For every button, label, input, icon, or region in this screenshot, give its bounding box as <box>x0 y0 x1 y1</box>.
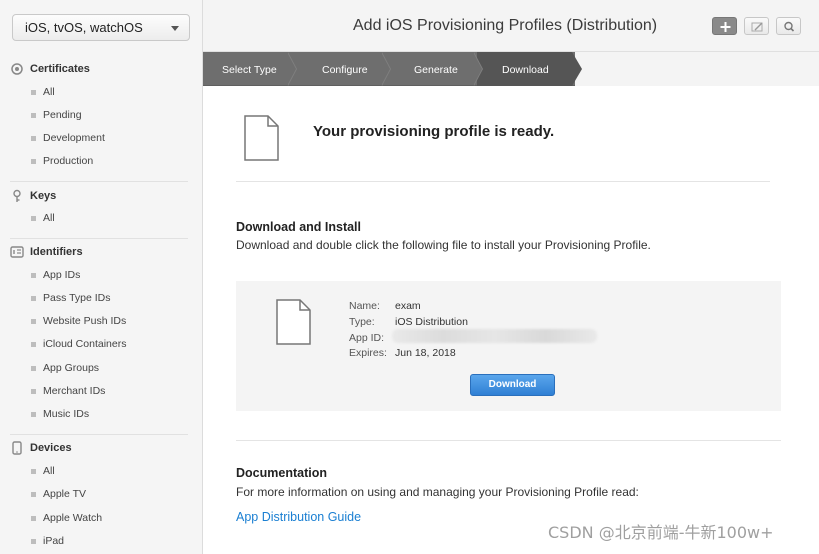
section-certificates: Certificates <box>10 61 90 77</box>
download-description: Download and double click the following … <box>236 238 651 252</box>
documentation-heading: Documentation <box>236 466 327 480</box>
edit-button[interactable] <box>744 17 769 35</box>
watermark: CSDN @北京前端-牛新100w+ <box>548 523 774 542</box>
sidebar-item-certificates-development[interactable]: Development <box>31 131 105 145</box>
sidebar-item-certificates-production[interactable]: Production <box>31 154 93 168</box>
sidebar-item-music-ids[interactable]: Music IDs <box>31 407 89 421</box>
id-card-icon <box>10 246 24 258</box>
step-separator <box>381 52 390 86</box>
steps-bar: Select Type Configure Generate Download <box>203 52 819 86</box>
step-generate: Generate <box>414 64 458 76</box>
search-icon <box>784 21 795 32</box>
bullet-icon <box>31 468 36 474</box>
file-icon <box>244 115 279 161</box>
platform-select-label: iOS, tvOS, watchOS <box>25 20 143 35</box>
sidebar-item-app-groups[interactable]: App Groups <box>31 361 99 375</box>
sidebar-item-merchant-ids[interactable]: Merchant IDs <box>31 384 105 398</box>
bullet-icon <box>31 388 36 394</box>
download-button[interactable]: Download <box>470 374 555 396</box>
profile-type-label: Type: <box>349 316 375 328</box>
bullet-icon <box>31 411 36 417</box>
certificate-icon <box>11 63 23 75</box>
sidebar-item-website-push-ids[interactable]: Website Push IDs <box>31 314 126 328</box>
sidebar-item-apple-watch[interactable]: Apple Watch <box>31 511 102 525</box>
add-button[interactable] <box>712 17 737 35</box>
section-keys-title: Keys <box>30 190 57 202</box>
sidebar-item-ipad[interactable]: iPad <box>31 534 64 548</box>
app-distribution-guide-link[interactable]: App Distribution Guide <box>236 510 361 524</box>
step-separator <box>473 52 482 86</box>
bullet-icon <box>31 215 36 221</box>
bullet-icon <box>31 158 36 164</box>
divider <box>236 181 770 182</box>
section-keys: Keys <box>10 188 56 204</box>
bullet-icon <box>31 538 36 544</box>
file-icon <box>276 299 311 345</box>
chevron-down-icon <box>171 26 179 31</box>
section-devices: Devices <box>10 440 72 456</box>
key-icon <box>13 189 21 202</box>
bullet-icon <box>31 491 36 497</box>
platform-select[interactable]: iOS, tvOS, watchOS <box>12 14 190 41</box>
steps-bar-remainder <box>575 52 819 86</box>
header: Add iOS Provisioning Profiles (Distribut… <box>203 0 819 52</box>
step-separator <box>572 52 582 86</box>
profile-type-value: iOS Distribution <box>395 316 468 328</box>
sidebar-item-keys-all[interactable]: All <box>31 211 55 225</box>
step-download: Download <box>502 64 549 76</box>
bullet-icon <box>31 515 36 521</box>
divider <box>236 440 781 441</box>
sidebar: iOS, tvOS, watchOS Certificates All Pend… <box>0 0 203 554</box>
bullet-icon <box>31 272 36 278</box>
step-configure: Configure <box>322 64 368 76</box>
bullet-icon <box>31 89 36 95</box>
profile-name-label: Name: <box>349 300 380 312</box>
section-certificates-title: Certificates <box>30 63 90 75</box>
device-icon <box>12 441 22 455</box>
documentation-description: For more information on using and managi… <box>236 485 639 499</box>
section-identifiers-title: Identifiers <box>30 246 83 258</box>
section-identifiers: Identifiers <box>10 244 83 260</box>
step-separator <box>287 52 296 86</box>
sidebar-item-certificates-pending[interactable]: Pending <box>31 108 82 122</box>
profile-name-value: exam <box>395 300 421 312</box>
appid-redacted <box>392 329 597 343</box>
bullet-icon <box>31 318 36 324</box>
profile-expires-value: Jun 18, 2018 <box>395 347 456 359</box>
sidebar-divider <box>10 434 188 435</box>
ready-title: Your provisioning profile is ready. <box>313 123 555 140</box>
plus-icon <box>720 22 731 32</box>
sidebar-item-app-ids[interactable]: App IDs <box>31 268 80 282</box>
sidebar-item-certificates-all[interactable]: All <box>31 85 55 99</box>
sidebar-item-icloud-containers[interactable]: iCloud Containers <box>31 337 126 351</box>
bullet-icon <box>31 295 36 301</box>
search-button[interactable] <box>776 17 801 35</box>
pencil-icon <box>751 22 763 32</box>
bullet-icon <box>31 365 36 371</box>
profile-appid-label: App ID: <box>349 332 385 344</box>
section-devices-title: Devices <box>30 442 72 454</box>
sidebar-item-pass-type-ids[interactable]: Pass Type IDs <box>31 291 111 305</box>
sidebar-divider <box>10 181 188 182</box>
profile-expires-label: Expires: <box>349 347 387 359</box>
bullet-icon <box>31 112 36 118</box>
download-heading: Download and Install <box>236 220 362 234</box>
page-title: Add iOS Provisioning Profiles (Distribut… <box>353 17 658 34</box>
sidebar-item-apple-tv[interactable]: Apple TV <box>31 487 86 501</box>
step-select-type: Select Type <box>222 64 277 76</box>
bullet-icon <box>31 135 36 141</box>
bullet-icon <box>31 341 36 347</box>
sidebar-item-devices-all[interactable]: All <box>31 464 55 478</box>
sidebar-divider <box>10 238 188 239</box>
